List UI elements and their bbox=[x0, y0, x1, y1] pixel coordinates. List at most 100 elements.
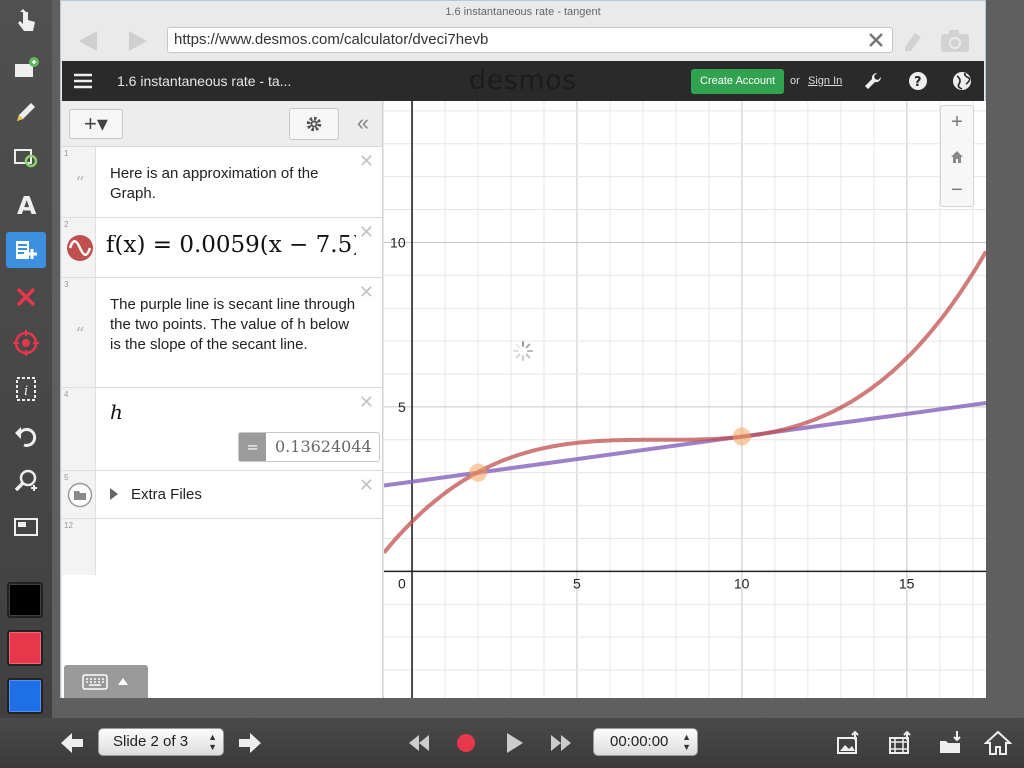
address-row: https://www.desmos.com/calculator/dveci7… bbox=[61, 23, 985, 59]
add-graph-icon[interactable] bbox=[6, 232, 46, 268]
clear-url-icon[interactable] bbox=[866, 30, 886, 50]
graph-settings-button[interactable] bbox=[289, 108, 339, 140]
image-search-icon[interactable] bbox=[6, 140, 46, 176]
folder-icon[interactable] bbox=[66, 481, 94, 509]
or-text: or bbox=[790, 75, 800, 87]
export-image-icon[interactable] bbox=[835, 729, 863, 757]
add-item-button[interactable]: +▾ bbox=[69, 109, 123, 139]
expression-toolbar: +▾ « bbox=[62, 101, 382, 147]
create-account-button[interactable]: Create Account bbox=[691, 69, 785, 94]
zoom-in-button[interactable]: + bbox=[941, 106, 973, 139]
fast-forward-icon[interactable] bbox=[547, 729, 575, 757]
import-icon[interactable] bbox=[937, 729, 965, 757]
secant-point bbox=[469, 463, 488, 482]
home-zoom-button[interactable] bbox=[941, 140, 973, 173]
slide-label: Slide 2 of 3 bbox=[113, 733, 189, 750]
previous-slide-icon[interactable] bbox=[58, 729, 86, 757]
forward-arrow-icon[interactable] bbox=[123, 27, 151, 55]
target-icon[interactable] bbox=[6, 325, 46, 361]
x-tick-label: 0 bbox=[398, 575, 406, 591]
note-text[interactable]: Here is an approximation of the Graph. bbox=[110, 164, 356, 204]
next-slide-icon[interactable] bbox=[236, 729, 264, 757]
window-title: 1.6 instantaneous rate - tangent bbox=[445, 6, 601, 18]
expression-item-h[interactable]: 4 h ✕ = 0.13624044 bbox=[62, 388, 382, 471]
note-text[interactable]: The purple line is secant line through t… bbox=[110, 295, 356, 355]
pointer-tool-icon[interactable] bbox=[6, 4, 46, 40]
home-icon bbox=[951, 151, 963, 163]
collapse-list-button[interactable]: « bbox=[348, 110, 378, 138]
graph-title[interactable]: 1.6 instantaneous rate - ta... bbox=[117, 61, 291, 101]
x-tick-label: 5 bbox=[573, 575, 581, 591]
color-swatch-blue[interactable] bbox=[7, 678, 43, 714]
url-text: https://www.desmos.com/calculator/dveci7… bbox=[174, 31, 489, 48]
wrench-icon[interactable] bbox=[862, 70, 884, 92]
annotation-toolbar: A i bbox=[0, 0, 52, 768]
h-latex[interactable]: h bbox=[110, 402, 356, 422]
url-field[interactable]: https://www.desmos.com/calculator/dveci7… bbox=[167, 27, 893, 53]
graph-curve-toggle-icon[interactable] bbox=[66, 234, 94, 262]
expression-item-note-3[interactable]: 3 “ The purple line is secant line throu… bbox=[62, 278, 382, 388]
function-curve bbox=[384, 250, 986, 555]
expression-item-note-1[interactable]: 1 “ Here is an approximation of the Grap… bbox=[62, 147, 382, 218]
add-slide-icon[interactable] bbox=[6, 50, 46, 86]
expand-folder-icon[interactable] bbox=[109, 488, 119, 500]
x-tick-label: 15 bbox=[899, 575, 915, 591]
home-icon[interactable] bbox=[984, 729, 1012, 757]
info-box-icon[interactable]: i bbox=[6, 371, 46, 407]
desmos-header: 1.6 instantaneous rate - ta... desmos Cr… bbox=[62, 61, 984, 101]
export-video-icon[interactable] bbox=[887, 729, 915, 757]
timer-display[interactable]: 00:00:00 ▲ ▼ bbox=[593, 728, 698, 756]
chevron-up-icon bbox=[118, 678, 128, 685]
delete-item-icon[interactable]: ✕ bbox=[359, 222, 374, 243]
text-tool-icon[interactable]: A bbox=[6, 186, 46, 222]
zoom-controls: + − bbox=[940, 105, 974, 207]
delete-item-icon[interactable]: ✕ bbox=[359, 282, 374, 303]
loading-spinner-icon bbox=[513, 341, 533, 361]
expression-list: +▾ « 1 “ Here is an approximation of the… bbox=[62, 101, 383, 698]
slide-selector[interactable]: Slide 2 of 3 ▲ ▼ bbox=[98, 728, 224, 756]
undo-icon[interactable] bbox=[6, 417, 46, 453]
note-quote-icon: “ bbox=[75, 172, 85, 194]
back-arrow-icon[interactable] bbox=[75, 27, 103, 55]
timer-value: 00:00:00 bbox=[610, 733, 669, 750]
keyboard-toggle-button[interactable] bbox=[64, 665, 148, 698]
svg-text:?: ? bbox=[914, 75, 922, 90]
delete-item-icon[interactable]: ✕ bbox=[359, 475, 374, 496]
expression-item-function[interactable]: 2 f(x) = 0.0059(x − 7.5)³ + ✕ bbox=[62, 218, 382, 278]
y-tick-label: 10 bbox=[390, 234, 406, 250]
function-latex[interactable]: f(x) = 0.0059(x − 7.5)³ + bbox=[106, 235, 356, 255]
x-tick-label: 10 bbox=[734, 575, 750, 591]
expression-item-folder[interactable]: 5 Extra Files ✕ bbox=[62, 471, 382, 519]
folder-title[interactable]: Extra Files bbox=[131, 485, 356, 505]
delete-icon[interactable] bbox=[6, 279, 46, 315]
pencil-icon[interactable] bbox=[6, 94, 46, 130]
svg-text:i: i bbox=[24, 384, 28, 399]
expression-item-empty[interactable]: 12 bbox=[62, 519, 382, 575]
evaluation-result: = 0.13624044 bbox=[238, 432, 380, 462]
playback-bar: Slide 2 of 3 ▲ ▼ 00:00:00 ▲ ▼ bbox=[0, 718, 1024, 768]
screen-record-icon[interactable] bbox=[6, 510, 46, 546]
play-icon[interactable] bbox=[500, 729, 528, 757]
record-icon[interactable] bbox=[452, 729, 480, 757]
delete-item-icon[interactable]: ✕ bbox=[359, 151, 374, 172]
browser-window: 1.6 instantaneous rate - tangent https:/… bbox=[60, 0, 986, 698]
keyboard-icon bbox=[82, 674, 108, 690]
zoom-out-button[interactable]: − bbox=[941, 174, 973, 207]
svg-text:A: A bbox=[17, 191, 37, 218]
y-tick-label: 5 bbox=[398, 399, 406, 415]
hamburger-menu-icon[interactable] bbox=[72, 70, 94, 92]
eraser-icon[interactable] bbox=[899, 27, 927, 55]
sign-in-link[interactable]: Sign In bbox=[808, 61, 842, 101]
graph-paper[interactable]: 0 5 10 15 5 10 + − bbox=[384, 101, 986, 698]
rewind-icon[interactable] bbox=[405, 729, 433, 757]
delete-item-icon[interactable]: ✕ bbox=[359, 392, 374, 413]
camera-icon[interactable] bbox=[939, 27, 971, 55]
color-swatch-red[interactable] bbox=[7, 630, 43, 666]
graph-canvas[interactable]: 0 5 10 15 5 10 bbox=[384, 101, 986, 698]
desmos-logo: desmos bbox=[469, 65, 577, 96]
help-icon[interactable]: ? bbox=[907, 70, 929, 92]
h-value: 0.13624044 bbox=[275, 437, 372, 456]
zoom-icon[interactable] bbox=[6, 463, 46, 499]
globe-icon[interactable] bbox=[951, 70, 973, 92]
color-swatch-black[interactable] bbox=[7, 582, 43, 618]
